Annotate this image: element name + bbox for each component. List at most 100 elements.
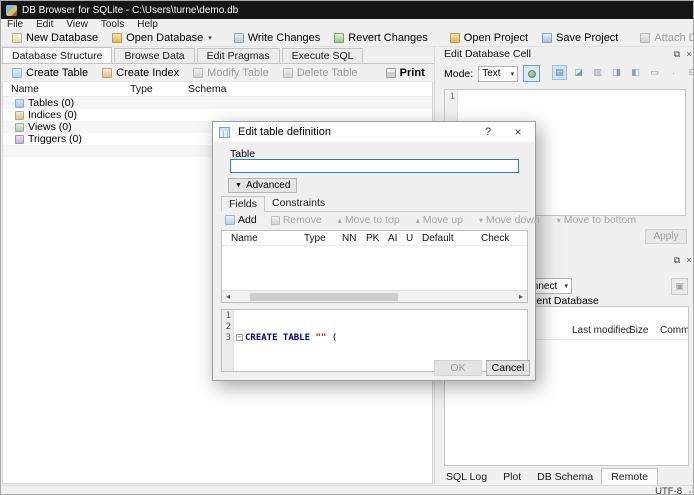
cancel-button[interactable]: Cancel <box>486 360 530 376</box>
app-icon <box>6 4 17 16</box>
print-button[interactable]: Print <box>379 65 432 81</box>
close-panel-icon[interactable]: × <box>683 254 693 266</box>
col-check[interactable]: Check <box>481 233 527 244</box>
tree-row-tables[interactable]: Tables (0) <box>3 97 432 109</box>
menu-file[interactable]: File <box>7 19 23 30</box>
delete-table-label: Delete Table <box>296 66 358 79</box>
attach-database-button[interactable]: Attach Database <box>633 30 693 46</box>
new-database-button[interactable]: New Database <box>5 30 105 46</box>
move-to-bottom-button[interactable]: ▾ Move to bottom <box>557 214 636 226</box>
save-project-icon <box>542 33 552 43</box>
scrollbar-track[interactable] <box>234 291 515 303</box>
advanced-toggle-button[interactable]: ▼ Advanced <box>228 178 298 193</box>
apply-cell-button[interactable] <box>523 65 541 82</box>
tree-col-name[interactable]: Name <box>3 83 130 95</box>
mode-select[interactable]: Text ▾ <box>478 65 519 82</box>
tab-remote[interactable]: Remote <box>601 468 658 485</box>
chevron-down-icon[interactable]: ▾ <box>208 34 212 42</box>
menu-view[interactable]: View <box>66 19 88 30</box>
create-table-button[interactable]: Create Table <box>5 65 95 81</box>
fullscreen-icon[interactable]: ▭ <box>647 65 662 80</box>
col-default[interactable]: Default <box>422 233 481 244</box>
apply-button[interactable]: Apply <box>645 229 687 244</box>
tab-plot[interactable]: Plot <box>495 469 529 485</box>
menu-tools[interactable]: Tools <box>101 19 124 30</box>
scroll-left-icon[interactable]: ◂ <box>222 291 234 303</box>
tab-execute-sql[interactable]: Execute SQL <box>281 48 364 64</box>
tree-row-indices[interactable]: Indices (0) <box>3 109 432 121</box>
scroll-right-icon[interactable]: ▸ <box>515 291 527 303</box>
encoding-indicator[interactable]: UTF-8 <box>655 486 682 494</box>
delete-table-button[interactable]: Delete Table <box>276 65 365 81</box>
remote-col-size[interactable]: Size <box>629 325 648 336</box>
main-toolbar: New Database Open Database ▾ Write Chang… <box>1 30 693 47</box>
tab-sql-log[interactable]: SQL Log <box>438 469 495 485</box>
tab-constraints[interactable]: Constraints <box>265 196 332 211</box>
remote-col-last-modified[interactable]: Last modified <box>572 325 631 336</box>
table-name-input[interactable] <box>230 159 519 173</box>
col-type[interactable]: Type <box>304 233 342 244</box>
ok-button[interactable]: OK <box>434 360 482 376</box>
open-project-label: Open Project <box>463 32 528 44</box>
move-top-label: Move to top <box>344 214 400 226</box>
sql-open-paren: ( <box>326 333 338 343</box>
move-top-icon: ▴ <box>337 215 342 225</box>
dialog-help-button[interactable]: ? <box>477 126 499 138</box>
remove-icon <box>270 215 280 225</box>
tree-row-label: Triggers (0) <box>28 133 82 145</box>
dot-icon[interactable]: ∙ <box>666 65 681 80</box>
print-label: Print <box>399 66 425 79</box>
col-ai[interactable]: AI <box>388 233 406 244</box>
dialog-close-icon[interactable]: × <box>507 125 529 139</box>
col-pk[interactable]: PK <box>366 233 388 244</box>
menu-edit[interactable]: Edit <box>36 19 53 30</box>
tab-fields[interactable]: Fields <box>221 196 266 212</box>
tab-browse-data[interactable]: Browse Data <box>114 48 195 64</box>
horizontal-scrollbar[interactable]: ◂ ▸ <box>222 290 527 302</box>
print-cell-icon[interactable]: ⊟ <box>685 65 693 80</box>
open-database-button[interactable]: Open Database ▾ <box>105 30 219 46</box>
col-name[interactable]: Name <box>222 233 304 244</box>
tab-db-schema[interactable]: DB Schema <box>529 469 601 485</box>
import-file-icon[interactable]: ▥ <box>590 65 605 80</box>
tab-database-structure[interactable]: Database Structure <box>2 47 113 64</box>
binary-mode-icon[interactable]: ◪ <box>571 65 586 80</box>
remove-field-button[interactable]: Remove <box>270 214 322 226</box>
sql-line-1: − CREATE TABLE "" ( <box>236 333 337 344</box>
write-changes-button[interactable]: Write Changes <box>227 30 328 46</box>
new-database-icon <box>12 33 22 43</box>
move-to-top-button[interactable]: ▴ Move to top <box>338 214 400 226</box>
create-index-button[interactable]: Create Index <box>95 65 186 81</box>
float-panel-icon[interactable]: ⧉ <box>671 48 683 60</box>
triangle-down-icon: ▼ <box>235 182 242 189</box>
open-project-button[interactable]: Open Project <box>443 30 535 46</box>
scrollbar-thumb[interactable] <box>250 292 398 301</box>
remote-col-commit[interactable]: Commit <box>660 325 688 336</box>
menu-help[interactable]: Help <box>137 19 158 30</box>
resize-grip[interactable] <box>685 486 693 494</box>
tab-edit-pragmas[interactable]: Edit Pragmas <box>196 48 280 64</box>
remote-settings-button[interactable]: ▣ <box>671 278 688 295</box>
add-field-button[interactable]: Add <box>225 214 257 226</box>
move-down-button[interactable]: ▾ Move down <box>479 214 540 226</box>
text-mode-icon[interactable]: ▤ <box>552 65 567 80</box>
fold-minus-icon[interactable]: − <box>236 334 243 341</box>
edit-table-dialog: Edit table definition ? × Table ▼ Advanc… <box>212 121 636 381</box>
remove-label: Remove <box>282 214 322 226</box>
export-file-icon[interactable]: ◨ <box>609 65 624 80</box>
triggers-icon <box>15 134 24 144</box>
edit-cell-panel-title: Edit Database Cell <box>444 48 531 60</box>
fields-grid[interactable]: Name Type NN PK AI U Default Check ◂ ▸ <box>221 230 528 303</box>
tree-col-schema[interactable]: Schema <box>188 83 432 95</box>
float-panel-icon[interactable]: ⧉ <box>671 254 683 266</box>
close-panel-icon[interactable]: × <box>683 48 693 60</box>
revert-changes-button[interactable]: Revert Changes <box>327 30 435 46</box>
save-project-button[interactable]: Save Project <box>535 30 625 46</box>
col-nn[interactable]: NN <box>342 233 366 244</box>
set-null-icon[interactable]: ◧ <box>628 65 643 80</box>
col-u[interactable]: U <box>406 233 422 244</box>
cell-mode-row: Mode: Text ▾ <box>444 65 541 82</box>
move-up-button[interactable]: ▴ Move up <box>416 214 463 226</box>
tree-col-type[interactable]: Type <box>130 83 188 95</box>
modify-table-button[interactable]: Modify Table <box>186 65 276 81</box>
